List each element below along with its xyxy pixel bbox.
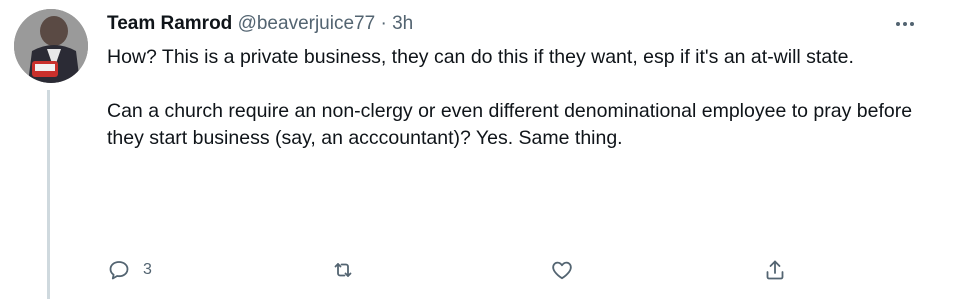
more-options-button[interactable] (890, 14, 920, 34)
like-button[interactable] (550, 258, 574, 282)
separator-dot: · (380, 13, 387, 34)
retweet-button[interactable] (331, 258, 355, 282)
thread-line (47, 90, 50, 299)
heart-icon (552, 261, 572, 280)
tweet-header: Team Ramrod @beaverjuice77 · 3h (107, 12, 413, 36)
timestamp[interactable]: 3h (392, 13, 413, 34)
more-horizontal-icon (896, 22, 900, 26)
avatar[interactable] (14, 9, 88, 83)
reply-count: 3 (143, 261, 152, 278)
tweet-paragraph: Can a church require an non-clergy or ev… (107, 100, 913, 149)
tweet-paragraph: How? This is a private business, they ca… (107, 46, 854, 68)
action-bar: 3 (107, 258, 797, 286)
tweet-text: How? This is a private business, they ca… (107, 44, 937, 152)
reply-button[interactable]: 3 (107, 258, 152, 282)
share-icon (766, 260, 784, 280)
share-button[interactable] (763, 258, 787, 282)
handle[interactable]: @beaverjuice77 (238, 13, 376, 34)
display-name[interactable]: Team Ramrod (107, 13, 232, 34)
tweet[interactable]: Team Ramrod @beaverjuice77 · 3h How? Thi… (0, 0, 977, 299)
reply-icon (109, 261, 129, 280)
retweet-icon (334, 263, 352, 277)
